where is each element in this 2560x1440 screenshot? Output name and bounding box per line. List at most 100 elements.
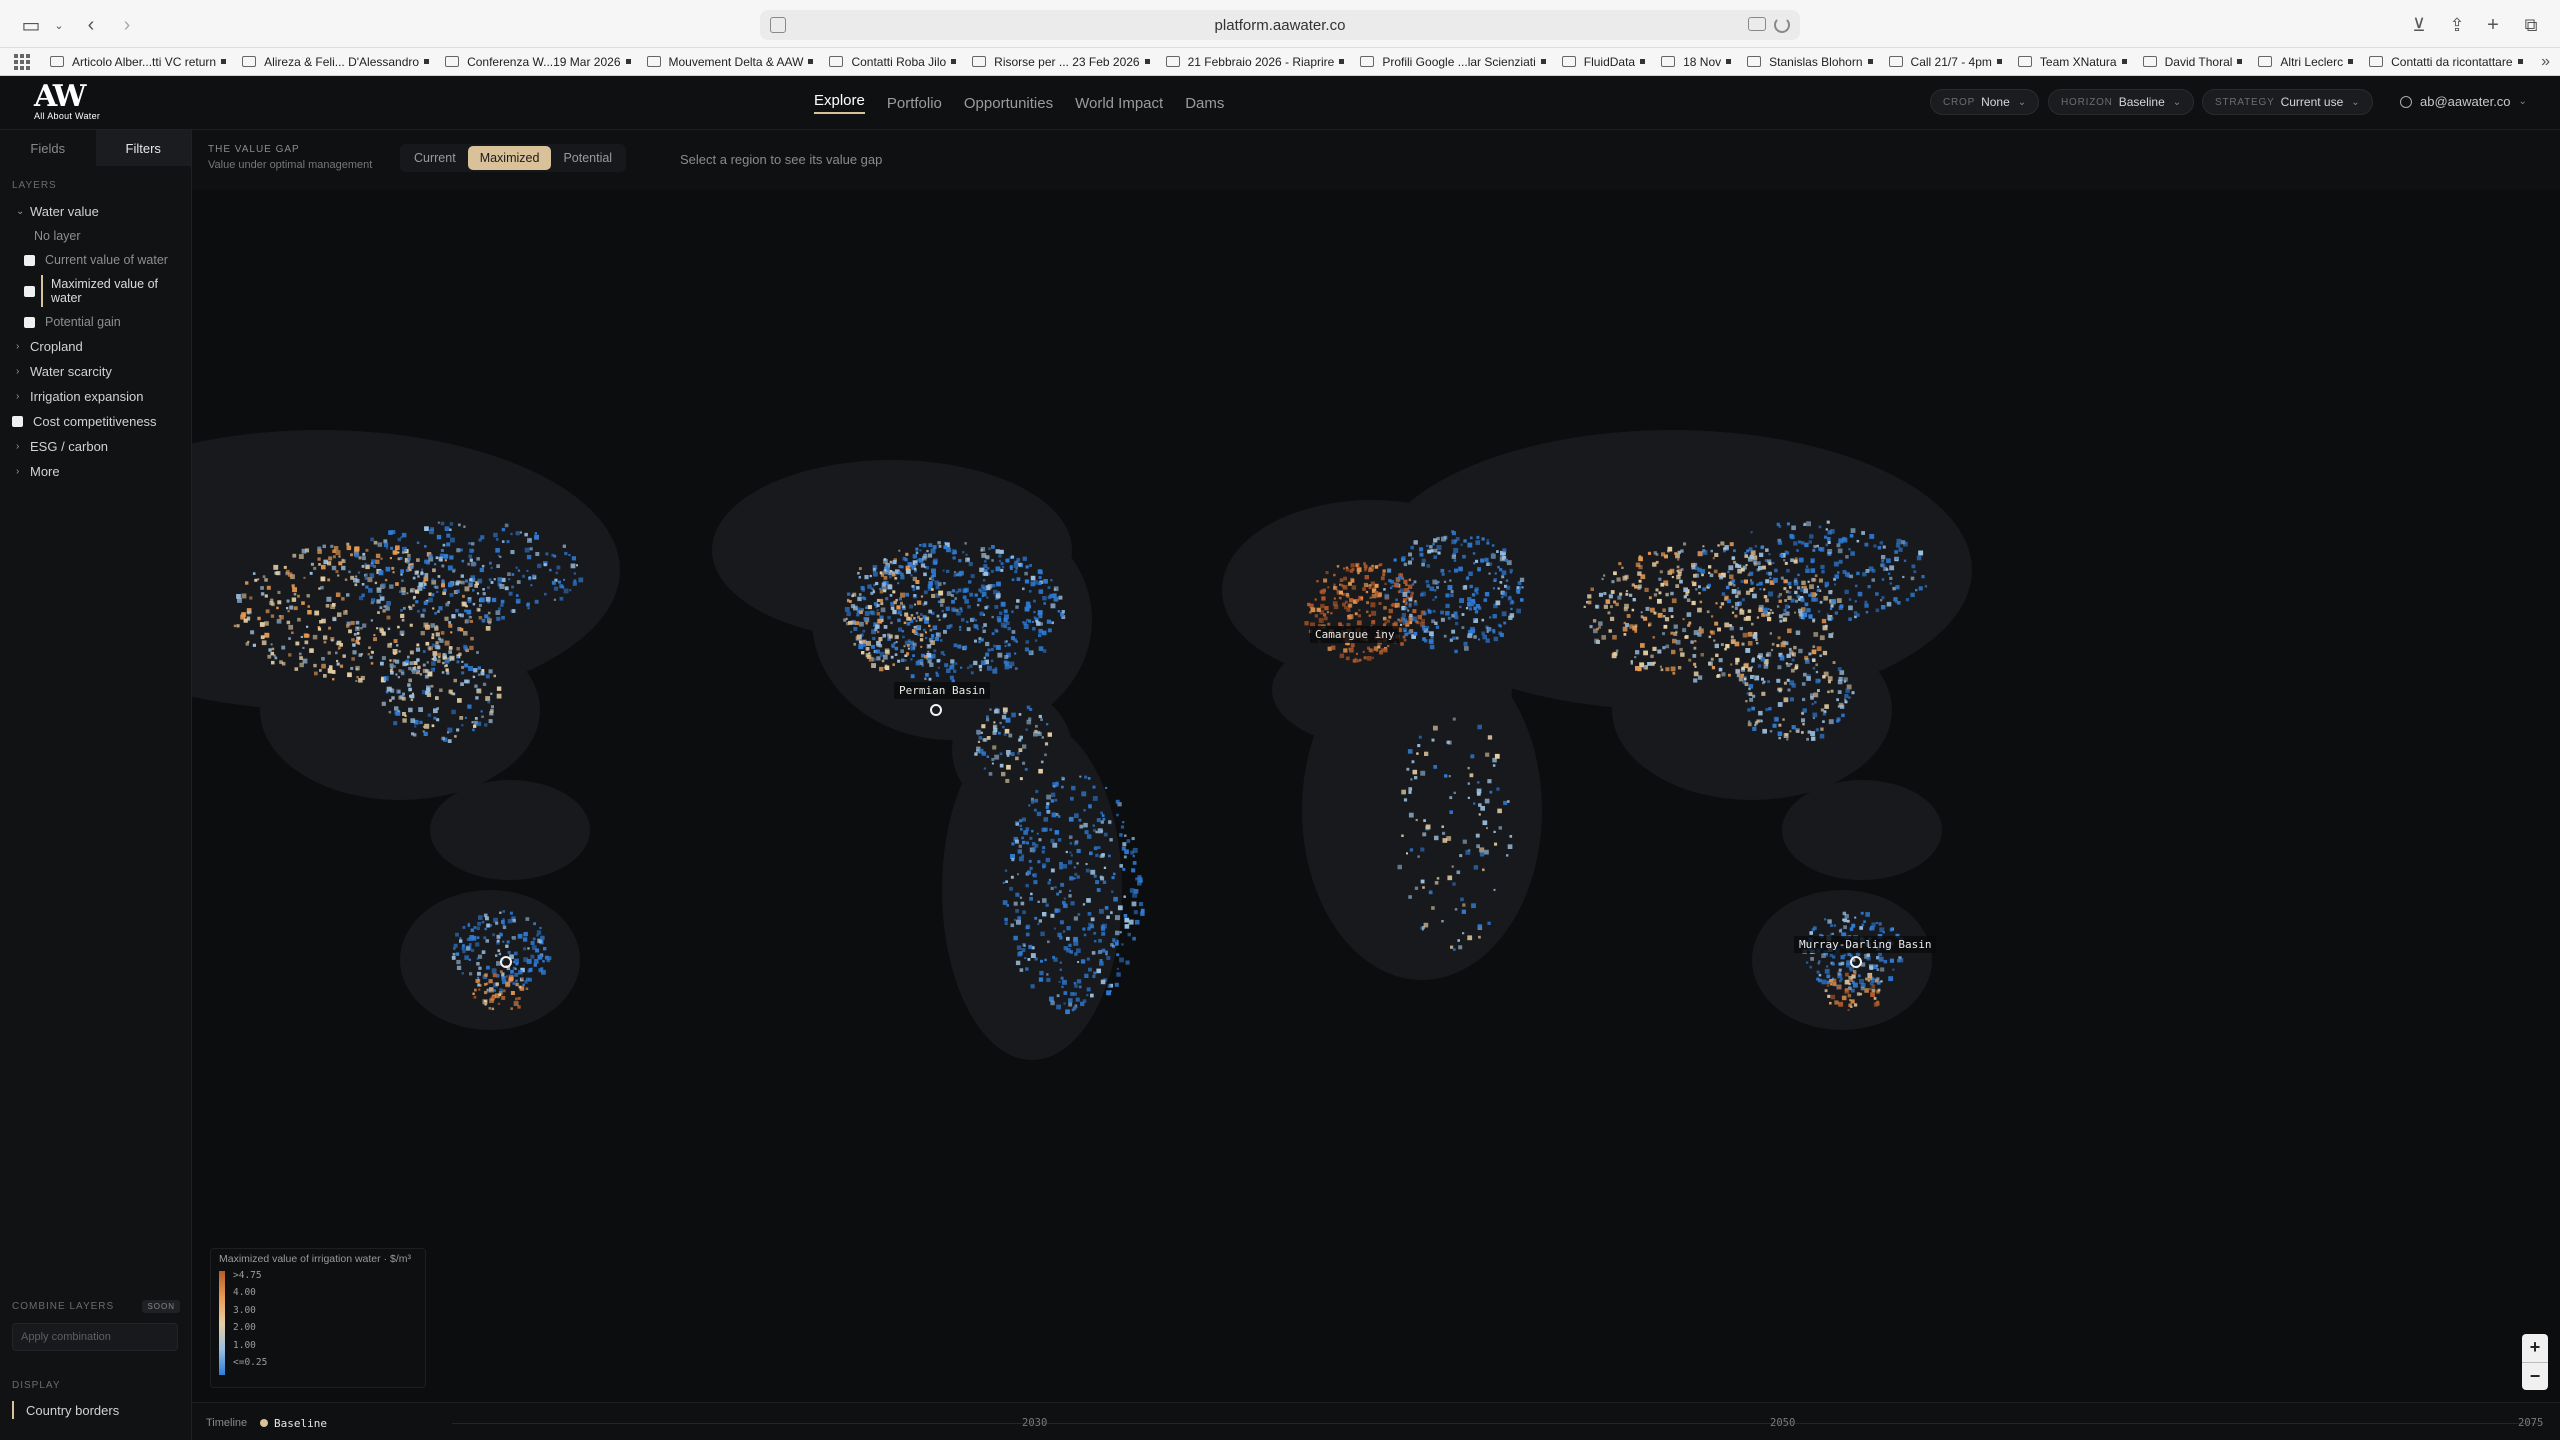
timeline-marker[interactable]	[260, 1419, 268, 1427]
bookmark-item[interactable]: Team XNatura	[2017, 55, 2127, 69]
layer-cost-competitiveness[interactable]: Cost competitiveness	[0, 409, 191, 434]
value-cell	[1465, 607, 1469, 610]
bookmark-item[interactable]: FluidData	[1561, 55, 1646, 69]
bookmark-item[interactable]: 21 Febbraio 2026 - Riaprire	[1165, 55, 1345, 69]
checkbox[interactable]	[24, 285, 35, 297]
timeline-track[interactable]	[452, 1423, 2540, 1424]
mode-current-button[interactable]: Current	[402, 146, 468, 170]
bookmark-item[interactable]: Conferenza W...19 Mar 2026	[445, 55, 631, 69]
nav-portfolio[interactable]: Portfolio	[887, 95, 942, 112]
nav-explore[interactable]: Explore	[814, 92, 865, 114]
bookmark-item[interactable]: Call 21/7 - 4pm	[1888, 55, 2002, 69]
value-cell	[1767, 559, 1772, 564]
tab-filters[interactable]: Filters	[95, 130, 191, 166]
bookmark-item[interactable]: Contatti Roba Jilo	[829, 55, 957, 69]
back-icon[interactable]: ‹	[78, 12, 104, 38]
bookmark-item[interactable]: Altri Leclerc	[2258, 55, 2354, 69]
forward-icon[interactable]: ›	[114, 12, 140, 38]
strategy-select[interactable]: STRATEGY Current use ⌄	[2202, 89, 2373, 115]
value-cell	[1519, 577, 1525, 582]
map-pin-murray-darling-basin-repeat[interactable]	[500, 956, 512, 968]
apps-grid-icon[interactable]	[14, 53, 30, 70]
nav-opportunities[interactable]: Opportunities	[964, 95, 1053, 112]
user-menu[interactable]: ab@aawater.co ⌄	[2400, 94, 2527, 109]
crop-select[interactable]: CROP None ⌄	[1930, 89, 2040, 115]
country-borders-toggle[interactable]: Country borders	[12, 1401, 180, 1419]
layer-group-esg-carbon[interactable]: › ESG / carbon	[0, 434, 191, 459]
layer-option-current-value[interactable]: Current value of water	[0, 248, 191, 272]
bookmark-item[interactable]: Contatti da ricontattare	[2369, 55, 2523, 69]
zoom-out-button[interactable]: −	[2522, 1363, 2548, 1391]
value-cell	[961, 618, 965, 622]
value-cell	[357, 642, 361, 645]
value-cell	[1819, 600, 1823, 604]
value-cell	[910, 646, 915, 651]
site-settings-icon[interactable]	[770, 17, 786, 33]
more-bookmarks-icon[interactable]: »	[2541, 53, 2550, 71]
map-pin-permian-basin[interactable]	[930, 704, 942, 716]
value-cell	[1767, 617, 1772, 622]
bookmark-item[interactable]: David Thoral	[2142, 55, 2243, 69]
value-cell	[381, 583, 386, 588]
value-cell	[1826, 965, 1829, 968]
value-cell	[1034, 639, 1038, 642]
address-bar[interactable]: platform.aawater.co	[760, 10, 1800, 40]
zoom-in-button[interactable]: +	[2522, 1334, 2548, 1363]
bookmark-item[interactable]: 18 Nov	[1661, 55, 1732, 69]
chevron-right-icon: ›	[16, 441, 20, 452]
horizon-select[interactable]: HORIZON Baseline ⌄	[2048, 89, 2195, 115]
value-cell	[298, 652, 302, 656]
value-cell	[928, 553, 933, 558]
value-cell	[923, 628, 926, 632]
timeline-year-2075[interactable]: 2075	[2518, 1417, 2543, 1429]
new-tab-icon[interactable]: +	[2480, 12, 2506, 38]
logo[interactable]: AW All About Water	[34, 82, 104, 124]
value-cell	[1024, 767, 1028, 771]
layer-group-irrigation-expansion[interactable]: › Irrigation expansion	[0, 384, 191, 409]
timeline-year-2050[interactable]: 2050	[1770, 1417, 1795, 1429]
value-cell	[1848, 696, 1851, 699]
reload-icon[interactable]	[1774, 17, 1790, 33]
layer-group-water-value[interactable]: ⌄ Water value	[0, 199, 191, 224]
tab-overview-icon[interactable]: ⧉	[2518, 12, 2544, 38]
bookmark-item[interactable]: Profili Google ...lar Scienziati	[1360, 55, 1546, 69]
combine-input[interactable]: Apply combination	[12, 1323, 178, 1351]
layer-option-potential-gain[interactable]: Potential gain	[0, 310, 191, 334]
timeline-year-2030[interactable]: 2030	[1022, 1417, 1047, 1429]
chevron-down-icon[interactable]: ⌄	[46, 12, 72, 38]
tab-fields[interactable]: Fields	[0, 130, 96, 166]
layer-option-no-layer[interactable]: No layer	[0, 224, 191, 248]
value-cell	[1765, 598, 1769, 603]
translate-icon[interactable]	[1748, 17, 1766, 31]
map-label-murray-darling-basin[interactable]: Murray-Darling Basin	[1794, 936, 1937, 953]
value-cell	[434, 644, 440, 650]
value-cell	[1417, 615, 1422, 620]
download-icon[interactable]: ⊻	[2406, 12, 2432, 38]
bookmark-item[interactable]: Alireza & Feli... D'Alessandro	[242, 55, 430, 69]
bookmark-item[interactable]: Mouvement Delta & AAW	[646, 55, 814, 69]
mode-maximized-button[interactable]: Maximized	[467, 146, 552, 170]
map-label-camargue[interactable]: Camargue iny	[1310, 626, 1400, 643]
checkbox[interactable]	[24, 316, 35, 328]
layer-group-more[interactable]: › More	[0, 459, 191, 484]
mode-potential-button[interactable]: Potential	[551, 146, 624, 170]
world-map[interactable]: Permian Basin Camargue iny Murray-Darlin…	[192, 190, 2560, 1402]
nav-dams[interactable]: Dams	[1185, 95, 1224, 112]
map-pin-murray-darling-basin[interactable]	[1850, 956, 1862, 968]
layer-option-maximized-value[interactable]: Maximized value of water	[0, 272, 191, 310]
value-cell	[512, 960, 515, 963]
map-label-permian-basin[interactable]: Permian Basin	[894, 682, 991, 699]
bookmark-item[interactable]: Articolo Alber...tti VC return	[50, 55, 227, 69]
layer-group-water-scarcity[interactable]: › Water scarcity	[0, 359, 191, 384]
layer-group-cropland[interactable]: › Cropland	[0, 334, 191, 359]
map-canvas[interactable]	[192, 190, 2560, 1402]
bookmark-item[interactable]: Stanislas Blohorn	[1747, 55, 1873, 69]
nav-world-impact[interactable]: World Impact	[1075, 95, 1163, 112]
sidebar-toggle-icon[interactable]: ▭	[18, 12, 44, 38]
value-cell	[1131, 901, 1137, 907]
share-icon[interactable]: ⇪	[2444, 12, 2470, 38]
checkbox[interactable]	[24, 254, 35, 266]
checkbox[interactable]	[12, 416, 23, 427]
value-cell	[1005, 558, 1010, 563]
bookmark-item[interactable]: Risorse per ... 23 Feb 2026	[972, 55, 1150, 69]
